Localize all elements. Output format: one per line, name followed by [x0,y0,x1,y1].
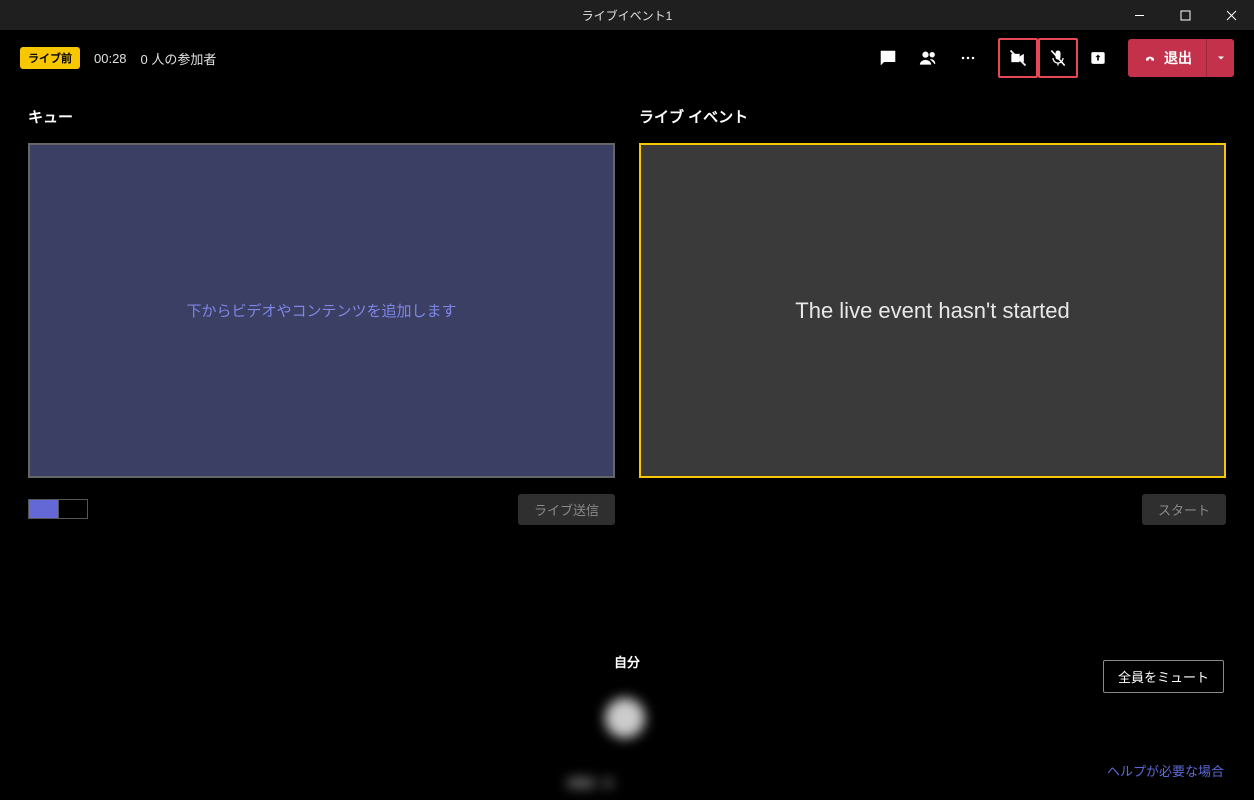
self-label: 自分 [614,652,640,671]
avatar [605,698,645,738]
meeting-toolbar: ライブ前 00:28 0 人の参加者 退出 [0,30,1254,86]
titlebar: ライブイベント1 [0,0,1254,30]
status-badge: ライブ前 [20,47,80,69]
close-button[interactable] [1208,0,1254,30]
minimize-button[interactable] [1116,0,1162,30]
mute-all-button[interactable]: 全員をミュート [1103,660,1224,693]
bottom-section: 自分 全員をミュート ヘルプが必要な場合 [0,640,1254,800]
maximize-button[interactable] [1162,0,1208,30]
leave-caret[interactable] [1206,39,1234,77]
queue-message: 下からビデオやコンテンツを追加します [186,300,456,321]
queue-panel: キュー 下からビデオやコンテンツを追加します ライブ送信 [28,106,615,524]
more-icon[interactable] [948,38,988,78]
live-panel: ライブ イベント The live event hasn't started ス… [639,106,1226,524]
main-content: キュー 下からビデオやコンテンツを追加します ライブ送信 ライブ イベント Th… [0,86,1254,524]
live-message: The live event hasn't started [795,298,1069,324]
people-icon[interactable] [908,38,948,78]
share-icon[interactable] [1078,38,1118,78]
send-live-button[interactable]: ライブ送信 [518,494,615,525]
chat-icon[interactable] [868,38,908,78]
live-title: ライブ イベント [639,106,1226,127]
leave-button[interactable]: 退出 [1128,39,1234,77]
camera-off-icon[interactable] [998,38,1038,78]
live-stage: The live event hasn't started [639,143,1226,478]
timer: 00:28 [94,51,127,66]
start-button[interactable]: スタート [1142,494,1226,525]
self-tile[interactable] [567,684,687,794]
layout-toggle[interactable] [28,499,88,519]
help-link[interactable]: ヘルプが必要な場合 [1107,761,1224,780]
window-title: ライブイベント1 [582,7,673,24]
queue-title: キュー [28,106,615,127]
mic-off-icon[interactable] [1038,38,1078,78]
queue-stage[interactable]: 下からビデオやコンテンツを追加します [28,143,615,478]
window-controls [1116,0,1254,30]
layout-split[interactable] [59,500,88,518]
layout-single[interactable] [29,500,59,518]
leave-label: 退出 [1164,48,1192,68]
participant-count: 0 人の参加者 [141,49,217,68]
